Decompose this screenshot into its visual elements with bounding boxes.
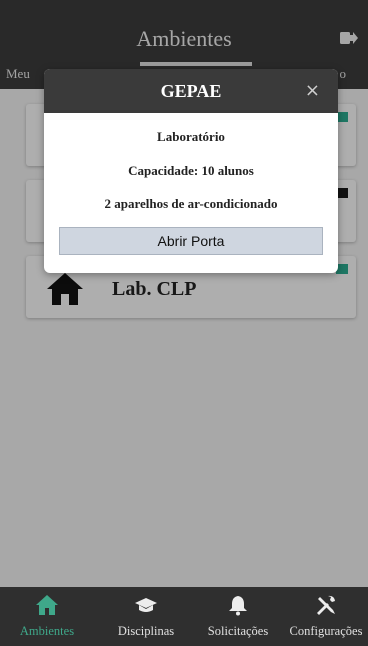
- environment-ac: 2 aparelhos de ar-condicionado: [104, 196, 278, 211]
- environment-modal: GEPAE × Laboratório Capacidade: 10 aluno…: [44, 69, 338, 273]
- nav-label: Disciplinas: [117, 624, 175, 638]
- nav-label: Configurações: [289, 624, 363, 638]
- nav-label: Ambientes: [19, 624, 75, 638]
- graduation-cap-icon: [135, 598, 157, 612]
- environment-type: Laboratório: [157, 129, 225, 144]
- modal-title: GEPAE: [160, 81, 222, 101]
- nav-item-disciplinas[interactable]: Disciplinas: [104, 587, 188, 646]
- modal-header: GEPAE ×: [44, 69, 338, 113]
- nav-item-ambientes[interactable]: Ambientes: [0, 587, 94, 646]
- bottom-nav: Ambientes Disciplinas Solicitações Confi…: [0, 587, 368, 646]
- nav-item-configuracoes[interactable]: Configurações: [284, 587, 368, 646]
- close-icon[interactable]: ×: [305, 80, 320, 101]
- nav-label: Solicitações: [207, 624, 269, 638]
- open-door-button[interactable]: Abrir Porta: [59, 227, 323, 255]
- nav-item-solicitacoes[interactable]: Solicitações: [196, 587, 280, 646]
- bell-icon: [229, 596, 247, 616]
- environment-capacity: Capacidade: 10 alunos: [128, 163, 254, 178]
- home-icon: [36, 595, 58, 615]
- tools-icon: [317, 595, 335, 615]
